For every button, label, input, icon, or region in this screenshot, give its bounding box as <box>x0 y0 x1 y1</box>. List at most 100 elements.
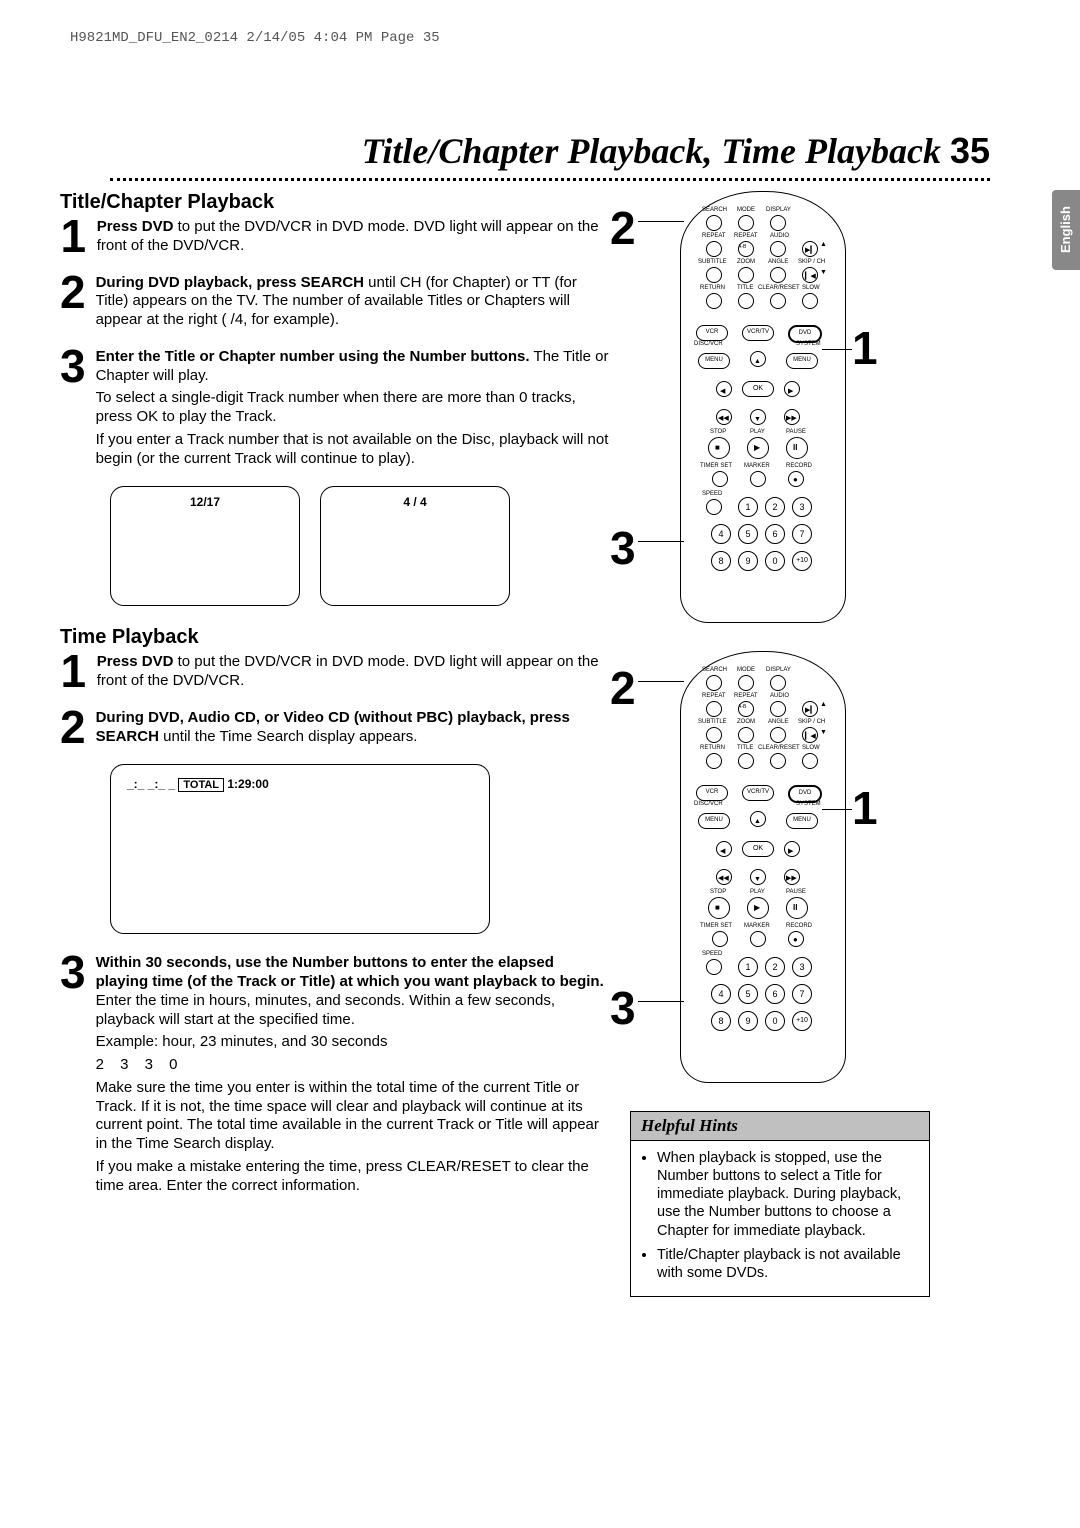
num-2: 2 <box>765 497 785 517</box>
step-body: Within 30 seconds, use the Number button… <box>96 954 610 1199</box>
lbl-clear: CLEAR/RESET <box>758 285 800 291</box>
pause-button: II <box>786 897 808 919</box>
lbl-return: RETURN <box>700 285 725 291</box>
lbl-stop: STOP <box>710 889 726 895</box>
remote-outline <box>680 191 846 623</box>
audio-button <box>770 241 786 257</box>
lbl-discvcr: DISC/VCR <box>694 341 723 347</box>
section2-title: Time Playback <box>60 626 610 649</box>
hint-2: Title/Chapter playback is not available … <box>657 1246 917 1282</box>
lbl-skip: SKIP / CH <box>798 719 825 725</box>
screen3-total-time: 1:29:00 <box>227 777 268 791</box>
callout-label: 2 <box>610 202 636 254</box>
s1-step3: 3 Enter the Title or Chapter number usin… <box>60 348 610 473</box>
s2-step3-example: Example: hour, 23 minutes, and 30 second… <box>96 1033 610 1052</box>
num-6: 6 <box>765 524 785 544</box>
hints-title: Helpful Hints <box>631 1112 929 1141</box>
num-0: 0 <box>765 1011 785 1031</box>
callout-3b: 3 <box>610 981 636 1035</box>
skipfwd-button: ▶▎ <box>802 701 818 717</box>
num-plus10: +10 <box>792 551 812 571</box>
num-plus10: +10 <box>792 1011 812 1031</box>
right-column: 2 1 3 SEARCH MODE DISPLAY <box>630 191 930 1297</box>
tv-screen-2: 4 / 4 <box>320 486 510 606</box>
num-7: 7 <box>792 984 812 1004</box>
lbl-angle: ANGLE <box>768 719 788 725</box>
vcr-button: VCR <box>696 325 728 341</box>
lbl-repeat: REPEAT <box>702 693 726 699</box>
lbl-play: PLAY <box>750 429 765 435</box>
screen3-left: _:_ _:_ _ <box>127 777 175 791</box>
lbl-system: SYSTEM <box>796 341 821 347</box>
s1-step1: 1 Press DVD to put the DVD/VCR in DVD mo… <box>60 218 610 260</box>
lbl-clear: CLEAR/RESET <box>758 745 800 751</box>
screen3-total-label: TOTAL <box>178 778 224 792</box>
lbl-timer: TIMER SET <box>700 923 732 929</box>
zoom-button <box>738 727 754 743</box>
s2-step2: 2 During DVD, Audio CD, or Video CD (wit… <box>60 709 610 751</box>
callout-label: 2 <box>610 662 636 714</box>
screen-row-1: 12/17 4 / 4 <box>110 486 610 606</box>
s1-step3-note1: To select a single-digit Track number wh… <box>96 389 610 427</box>
record-button: ● <box>788 931 804 947</box>
callout-2: 2 <box>610 201 636 255</box>
speed-button <box>706 959 722 975</box>
s2-step3-example-nums: 2 3 3 0 <box>96 1056 610 1075</box>
callout-1: 1 <box>852 321 878 375</box>
lbl-ab: A-B <box>738 244 746 250</box>
num-6: 6 <box>765 984 785 1004</box>
lbl-ab: A-B <box>738 704 746 710</box>
audio-button <box>770 701 786 717</box>
s1-step3-note2: If you enter a Track number that is not … <box>96 431 610 469</box>
up-button: ▲ <box>750 811 766 827</box>
s2-step1: 1 Press DVD to put the DVD/VCR in DVD mo… <box>60 653 610 695</box>
subtitle-button <box>706 267 722 283</box>
clear-button <box>770 753 786 769</box>
page-number: 35 <box>950 130 990 171</box>
timer-button <box>712 931 728 947</box>
screen-row-2: _:_ _:_ _ TOTAL 1:29:00 <box>110 764 610 934</box>
menu-right-button: MENU <box>786 353 818 369</box>
num-9: 9 <box>738 551 758 571</box>
title-button <box>738 753 754 769</box>
s2-step3: 3 Within 30 seconds, use the Number butt… <box>60 954 610 1199</box>
ok-button: OK <box>742 841 774 857</box>
up-triangle-icon: ▲ <box>820 701 827 708</box>
clear-button <box>770 293 786 309</box>
zoom-button <box>738 267 754 283</box>
step-body: Press DVD to put the DVD/VCR in DVD mode… <box>97 653 610 695</box>
skipback-button: ▎◀ <box>802 267 818 283</box>
num-3: 3 <box>792 497 812 517</box>
step-number: 2 <box>60 709 86 751</box>
lbl-display: DISPLAY <box>766 207 791 213</box>
lbl-display: DISPLAY <box>766 667 791 673</box>
stop-button: ■ <box>708 437 730 459</box>
marker-button <box>750 931 766 947</box>
search-button <box>706 675 722 691</box>
record-button: ● <box>788 471 804 487</box>
display-button <box>770 215 786 231</box>
num-4: 4 <box>711 524 731 544</box>
num-5: 5 <box>738 524 758 544</box>
marker-button <box>750 471 766 487</box>
lbl-discvcr: DISC/VCR <box>694 801 723 807</box>
ff-button: ▶▶ <box>784 409 800 425</box>
stop-button: ■ <box>708 897 730 919</box>
lbl-search: SEARCH <box>702 667 727 673</box>
num-2: 2 <box>765 957 785 977</box>
vcr-button: VCR <box>696 785 728 801</box>
speed-button <box>706 499 722 515</box>
screen2-text: 4 / 4 <box>331 495 499 509</box>
helpful-hints-box: Helpful Hints When playback is stopped, … <box>630 1111 930 1297</box>
lbl-audio: AUDIO <box>770 233 789 239</box>
menu-right-button: MENU <box>786 813 818 829</box>
lbl-speed: SPEED <box>702 951 722 957</box>
section1-title: Title/Chapter Playback <box>60 191 610 214</box>
left-button: ◀ <box>716 381 732 397</box>
lbl-pause: PAUSE <box>786 889 806 895</box>
down-button: ▼ <box>750 869 766 885</box>
num-5: 5 <box>738 984 758 1004</box>
return-button <box>706 293 722 309</box>
lbl-mode: MODE <box>737 207 755 213</box>
remote-diagram-2: 2 1 3 SEARCH MODE DISPLAY REPEAT <box>630 651 930 1081</box>
